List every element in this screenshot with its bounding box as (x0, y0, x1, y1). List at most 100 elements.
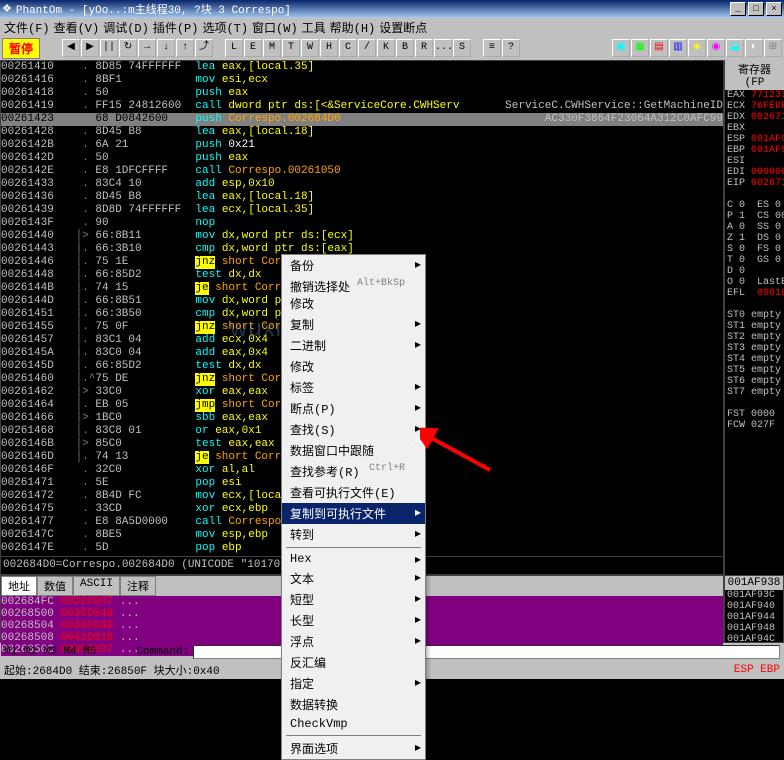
disasm-line[interactable]: 0026143F . 90 nop (1, 217, 723, 230)
disasm-line[interactable]: 00261423 68 D0842600 push Correspo.00268… (1, 113, 723, 126)
toolbar-button-6[interactable]: ↑ (176, 39, 194, 57)
register-ESI[interactable]: ESI (725, 156, 784, 167)
toolbar-button-2[interactable]: || (100, 39, 118, 57)
tab-value[interactable]: 数值 (37, 576, 73, 596)
ctxmenu-item[interactable]: 界面选项▸ (282, 738, 425, 759)
disasm-line[interactable]: 00261416 . 8BF1 mov esi,ecx (1, 74, 723, 87)
disasm-line[interactable]: 00261440 │> 66:8B11 mov dx,word ptr ds:[… (1, 230, 723, 243)
toolbar-right-2[interactable]: ▤ (650, 39, 668, 57)
menu-view[interactable]: 查看(V) (54, 19, 100, 36)
toolbar-right-5[interactable]: ◉ (707, 39, 725, 57)
toolbar-right-8[interactable]: ⊞ (764, 39, 782, 57)
flag-D[interactable]: D 0 (725, 266, 784, 277)
toolbar-button-12[interactable]: T (282, 39, 300, 57)
ctxmenu-item[interactable]: 查找参考(R)Ctrl+R (282, 461, 425, 482)
tab-comment[interactable]: 注释 (120, 576, 156, 596)
toolbar-right-6[interactable]: ⬓ (726, 39, 744, 57)
ctxmenu-item[interactable]: 复制▸ (282, 314, 425, 335)
flag-A[interactable]: A 0 SS 0 (725, 222, 784, 233)
ctxmenu-item[interactable]: 二进制▸ (282, 335, 425, 356)
disasm-line[interactable]: 00261419 . FF15 24812600 call dword ptr … (1, 100, 723, 113)
ctxmenu-item[interactable]: 反汇编 (282, 652, 425, 673)
flag-S[interactable]: S 0 FS 0 (725, 244, 784, 255)
ctxmenu-item[interactable]: CheckVmp (282, 715, 425, 733)
disasm-line[interactable]: 00261439 . 8D8D 74FFFFFF lea ecx,[local.… (1, 204, 723, 217)
register-EAX[interactable]: EAX 771233 (725, 90, 784, 101)
stack-row[interactable]: 001AF93C (725, 590, 783, 601)
toolbar-button-23[interactable]: ≡ (483, 39, 501, 57)
ctxmenu-item[interactable]: 断点(P)▸ (282, 398, 425, 419)
menu-tools[interactable]: 工具 (302, 19, 326, 36)
stack-row[interactable]: 001AF940 (725, 601, 783, 612)
disasm-line[interactable]: 00261428 . 8D45 B8 lea eax,[local.18] (1, 126, 723, 139)
register-ESP[interactable]: ESP 001AF9 (725, 134, 784, 145)
toolbar-button-3[interactable]: ↻ (119, 39, 137, 57)
toolbar-button-11[interactable]: M (263, 39, 281, 57)
toolbar-button-9[interactable]: L (225, 39, 243, 57)
toolbar-button-16[interactable]: / (358, 39, 376, 57)
ctxmenu-item[interactable]: 数据转换 (282, 694, 425, 715)
toolbar-button-1[interactable]: ▶ (81, 39, 99, 57)
register-EBX[interactable]: EBX (725, 123, 784, 134)
toolbar-right-4[interactable]: ◈ (688, 39, 706, 57)
register-EDI[interactable]: EDI 000000 (725, 167, 784, 178)
disasm-line[interactable]: 00261433 . 83C4 10 add esp,0x10 (1, 178, 723, 191)
ctxmenu-item[interactable]: 数据窗口中跟随 (282, 440, 425, 461)
toolbar-button-15[interactable]: C (339, 39, 357, 57)
ctxmenu-item[interactable]: 浮点▸ (282, 631, 425, 652)
stack-row[interactable]: 001AF948 (725, 623, 783, 634)
toolbar-right-7[interactable]: ◐ (745, 39, 763, 57)
menu-help[interactable]: 帮助(H) (330, 19, 376, 36)
flag-P[interactable]: P 1 CS 00 (725, 211, 784, 222)
menu-file[interactable]: 文件(F) (4, 19, 50, 36)
disasm-line[interactable]: 0026142B . 6A 21 push 0x21 (1, 139, 723, 152)
disasm-line[interactable]: 0026142D . 50 push eax (1, 152, 723, 165)
minimize-button[interactable]: _ (730, 2, 746, 16)
bookmarks[interactable]: M1 M2 M3 M4 M5 (4, 646, 96, 658)
ctxmenu-item[interactable]: 修改 (282, 356, 425, 377)
toolbar-button-19[interactable]: R (415, 39, 433, 57)
ctxmenu-item[interactable]: 备份▸ (282, 255, 425, 276)
flag-Z[interactable]: Z 1 DS 0 (725, 233, 784, 244)
ctxmenu-item[interactable]: 标签▸ (282, 377, 425, 398)
menu-window[interactable]: 窗口(W) (252, 19, 298, 36)
toolbar-button-14[interactable]: H (320, 39, 338, 57)
ctxmenu-item[interactable]: Hex▸ (282, 550, 425, 568)
close-button[interactable]: × (766, 2, 782, 16)
ctxmenu-item[interactable]: 转到▸ (282, 524, 425, 545)
toolbar-button-7[interactable]: ⤴ (195, 39, 213, 57)
toolbar-button-5[interactable]: ↓ (157, 39, 175, 57)
flag-C[interactable]: C 0 ES 0 (725, 200, 784, 211)
register-ECX[interactable]: ECX 76FEDF (725, 101, 784, 112)
ctxmenu-item[interactable]: 查找(S)▸ (282, 419, 425, 440)
disasm-line[interactable]: 0026142E . E8 1DFCFFFF call Correspo.002… (1, 165, 723, 178)
ctxmenu-item[interactable]: 指定▸ (282, 673, 425, 694)
toolbar-button-20[interactable]: ... (434, 39, 452, 57)
menu-breakpoint[interactable]: 设置断点 (379, 19, 427, 36)
ctxmenu-item[interactable]: 文本▸ (282, 568, 425, 589)
toolbar-button-21[interactable]: S (453, 39, 471, 57)
menu-plugin[interactable]: 插件(P) (153, 19, 199, 36)
register-EIP[interactable]: EIP 002671 (725, 178, 784, 189)
tab-address[interactable]: 地址 (1, 576, 37, 596)
menu-debug[interactable]: 调试(D) (103, 19, 149, 36)
toolbar-button-17[interactable]: K (377, 39, 395, 57)
ctxmenu-item[interactable]: 撤销选择处修改Alt+BkSp (282, 276, 425, 314)
disasm-line[interactable]: 00261418 . 50 push eax (1, 87, 723, 100)
disasm-line[interactable]: 00261410 . 8D85 74FFFFFF lea eax,[local.… (1, 61, 723, 74)
ctxmenu-item[interactable]: 短型▸ (282, 589, 425, 610)
registers-pane[interactable]: 寄存器 (FP EAX 771233ECX 76FEDFEDX 002671EB… (724, 60, 784, 575)
toolbar-button-10[interactable]: E (244, 39, 262, 57)
maximize-button[interactable]: □ (748, 2, 764, 16)
register-EBP[interactable]: EBP 001AF9 (725, 145, 784, 156)
toolbar-right-1[interactable]: ▦ (631, 39, 649, 57)
ctxmenu-item[interactable]: 长型▸ (282, 610, 425, 631)
ctxmenu-item[interactable]: 查看可执行文件(E) (282, 482, 425, 503)
ctxmenu-item[interactable]: 复制到可执行文件▸ (282, 503, 425, 524)
stack-pane[interactable]: 001AF938 001AF93C001AF940001AF944001AF94… (724, 575, 784, 643)
stack-row[interactable]: 001AF94C (725, 634, 783, 645)
toolbar-button-13[interactable]: W (301, 39, 319, 57)
register-EDX[interactable]: EDX 002671 (725, 112, 784, 123)
flag-T[interactable]: T 0 GS 0 (725, 255, 784, 266)
toolbar-button-18[interactable]: B (396, 39, 414, 57)
